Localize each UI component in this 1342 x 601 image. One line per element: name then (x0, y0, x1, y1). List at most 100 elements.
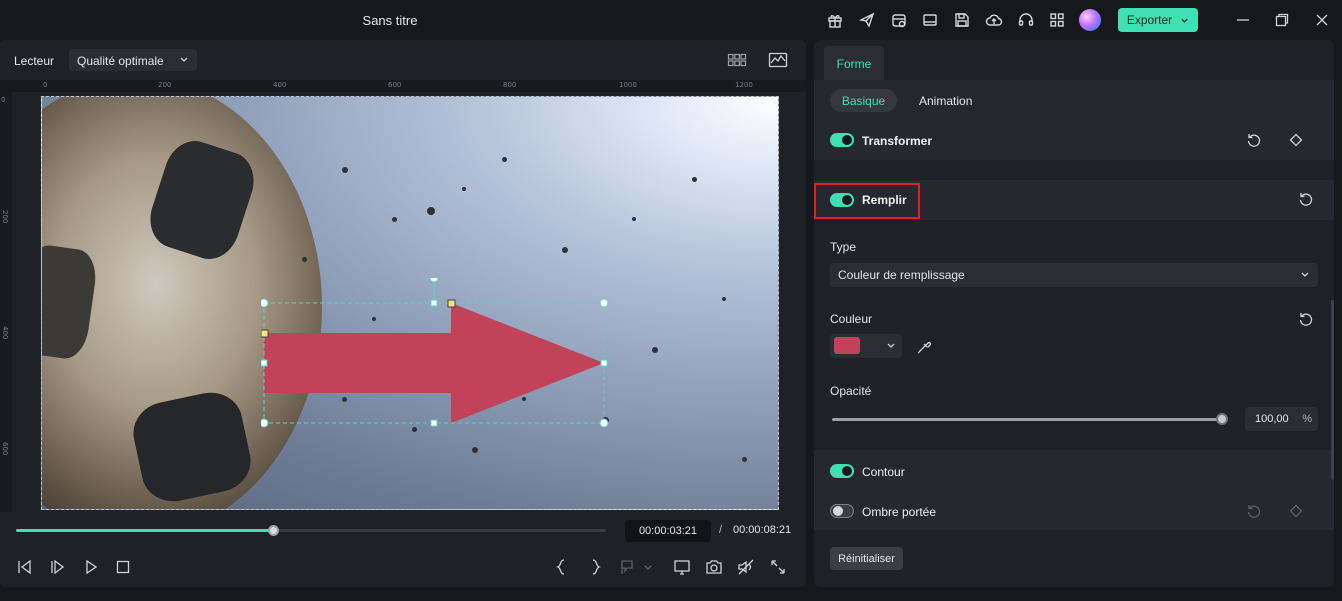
chevron-down-icon (887, 343, 895, 348)
color-swatch (834, 337, 860, 354)
chevron-down-icon (1301, 272, 1309, 277)
type-label: Type (830, 240, 857, 254)
window-title: Sans titre (362, 13, 418, 28)
reset-button[interactable]: Réinitialiser (830, 547, 903, 570)
debris (652, 347, 658, 353)
opacity-slider[interactable] (832, 413, 1228, 425)
transform-label: Transformer (862, 134, 933, 148)
current-time[interactable]: 00:00:03:21 (625, 520, 711, 542)
resize-handle[interactable] (430, 299, 438, 307)
shadow-label: Ombre portée (862, 505, 937, 519)
progress-handle[interactable] (268, 525, 280, 536)
calendar-icon[interactable] (890, 11, 908, 29)
resize-handle[interactable] (599, 418, 609, 428)
opacity-label: Opacité (830, 384, 872, 398)
maximize-icon[interactable] (1273, 11, 1291, 29)
reset-icon[interactable] (1298, 191, 1314, 207)
grid-icon[interactable] (1048, 11, 1066, 29)
panel-scrollbar[interactable] (1331, 300, 1334, 480)
cloud-upload-icon[interactable] (985, 11, 1003, 29)
subtab-basique[interactable]: Basique (830, 89, 897, 112)
resize-handle[interactable] (599, 298, 609, 308)
transform-toggle[interactable] (830, 133, 854, 147)
eyedropper-icon[interactable] (916, 339, 932, 355)
resize-handle[interactable] (261, 359, 268, 367)
arrow-shape[interactable] (261, 278, 611, 438)
ruler-label: 600 (1, 442, 9, 456)
save-icon[interactable] (953, 11, 971, 29)
preview-canvas[interactable] (41, 96, 779, 510)
player-panel: Lecteur Qualité optimale 0 200 400 600 8… (0, 40, 806, 587)
highlight-box (814, 183, 920, 219)
marker-icon[interactable] (618, 558, 636, 576)
play-icon[interactable] (82, 558, 100, 576)
minimize-icon[interactable] (1234, 11, 1252, 29)
subtab-animation[interactable]: Animation (919, 94, 972, 108)
subtab-bar: Basique Animation (814, 80, 1334, 120)
color-label: Couleur (830, 312, 873, 326)
opacity-slider-handle[interactable] (1216, 413, 1228, 425)
next-frame-icon[interactable] (49, 558, 67, 576)
debris (472, 447, 478, 453)
mark-out-icon[interactable] (586, 558, 604, 576)
debris (427, 207, 435, 215)
close-icon[interactable] (1313, 11, 1331, 29)
debris (462, 187, 466, 191)
progress-fill (16, 529, 274, 532)
ruler-label: 400 (1, 326, 9, 340)
vertical-ruler: 0 200 400 600 (0, 92, 12, 512)
display-icon[interactable] (673, 558, 691, 576)
quality-dropdown[interactable]: Qualité optimale (69, 49, 197, 71)
previous-frame-icon[interactable] (16, 558, 34, 576)
debris (722, 297, 726, 301)
reset-icon[interactable] (1298, 311, 1314, 327)
playback-progress[interactable] (16, 525, 606, 536)
resize-handle[interactable] (430, 419, 438, 427)
arrow-fill (264, 303, 604, 423)
fill-type-dropdown[interactable]: Couleur de remplissage (830, 263, 1318, 287)
title-bar: Sans titre Exporter (0, 0, 1342, 40)
export-button[interactable]: Exporter (1118, 8, 1198, 32)
gift-icon[interactable] (826, 11, 844, 29)
ruler-label: 1200 (735, 81, 753, 89)
ruler-label: 200 (1, 210, 9, 224)
resize-handle[interactable] (600, 359, 608, 367)
horizontal-ruler: 0 200 400 600 800 1000 1200 (0, 80, 806, 92)
grid-view-icon[interactable] (727, 52, 747, 68)
waveform-icon[interactable] (768, 52, 788, 68)
debris (692, 177, 697, 182)
shape-adjust-handle[interactable] (447, 299, 456, 308)
player-label: Lecteur (14, 54, 55, 68)
user-avatar[interactable] (1079, 9, 1101, 31)
shape-adjust-handle[interactable] (261, 329, 269, 338)
mute-icon[interactable] (737, 558, 755, 576)
properties-panel: Forme Basique Animation Transformer Remp… (814, 40, 1334, 587)
reset-icon[interactable] (1246, 132, 1262, 148)
shadow-toggle[interactable] (830, 504, 854, 518)
rotate-handle[interactable] (429, 278, 439, 283)
reset-icon[interactable] (1246, 503, 1262, 519)
color-picker[interactable] (830, 334, 902, 358)
outline-label: Contour (862, 465, 905, 479)
debris (302, 257, 307, 262)
ruler-label: 1000 (619, 81, 637, 89)
layout-icon[interactable] (921, 11, 939, 29)
send-icon[interactable] (858, 11, 876, 29)
keyframe-icon[interactable] (1288, 132, 1304, 148)
opacity-input[interactable]: 100,00 % (1245, 407, 1318, 431)
total-time: 00:00:08:21 (733, 524, 792, 536)
tab-forme[interactable]: Forme (824, 46, 884, 80)
chevron-down-icon (180, 57, 188, 62)
chevron-down-icon (1181, 18, 1188, 23)
mark-in-icon[interactable] (553, 558, 571, 576)
stop-icon[interactable] (114, 558, 132, 576)
resize-handle[interactable] (261, 418, 269, 428)
resize-handle[interactable] (261, 298, 269, 308)
chevron-down-icon[interactable] (642, 558, 654, 576)
fullscreen-icon[interactable] (769, 558, 787, 576)
time-separator: / (719, 524, 723, 536)
snapshot-icon[interactable] (705, 558, 723, 576)
outline-toggle[interactable] (830, 464, 854, 478)
keyframe-icon[interactable] (1288, 503, 1304, 519)
headset-icon[interactable] (1017, 11, 1035, 29)
